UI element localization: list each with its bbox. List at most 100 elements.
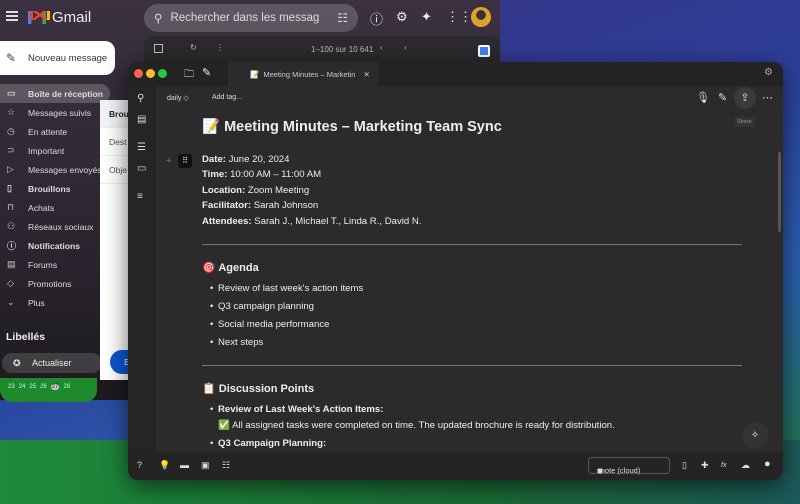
tab-meeting-minutes[interactable]: 📝 Meeting Minutes – Marketin ✕ <box>228 62 378 86</box>
compose-button[interactable]: ✎ Nouveau message <box>0 41 115 75</box>
cloud-off-icon[interactable]: ☁ <box>741 460 750 471</box>
save-icon[interactable]: ✎ <box>718 91 727 104</box>
meta-value: Zoom Meeting <box>245 184 310 196</box>
nav-item[interactable]: ◷ En attente <box>0 122 100 141</box>
social-icon: ⚇ <box>7 221 16 231</box>
nav-item[interactable]: ☆ Messages suivis <box>0 103 100 122</box>
nav-item[interactable]: ⊓ Achats <box>0 198 100 217</box>
search-placeholder: Rechercher dans les messag <box>170 12 320 24</box>
microphone-icon[interactable]: 🎙 <box>696 91 710 104</box>
select-all-checkbox[interactable] <box>154 44 163 53</box>
agenda-item: Next steps <box>210 335 742 351</box>
gmail-logo[interactable]: Gmail <box>28 9 91 26</box>
discussion-list: Review of Last Week's Action Items: ✅ All… <box>202 402 742 451</box>
agenda-list: Review of last week's action items Q3 cam… <box>202 281 742 351</box>
search-icon[interactable]: ⚲ <box>137 93 144 104</box>
account-icon[interactable]: ● <box>764 458 771 470</box>
drag-handle-icon[interactable]: ⠿ <box>178 154 192 168</box>
gemini-icon[interactable]: ✦ <box>421 9 432 25</box>
calendar-day[interactable]: 23 <box>8 384 15 390</box>
nav-item[interactable]: ⚇ Réseaux sociaux <box>0 217 100 236</box>
close-tab-icon[interactable]: ✕ <box>363 70 369 79</box>
calendar-day[interactable]: 24 <box>19 384 26 390</box>
note-editor[interactable]: 📝 Meeting Minutes – Marketing Team Sync … <box>202 114 742 454</box>
maximize-window-button[interactable] <box>158 69 167 78</box>
meta-value: June 20, 2024 <box>226 153 290 165</box>
calendar-day[interactable]: 25 <box>29 384 36 390</box>
search-input[interactable]: ⚲ Rechercher dans les messag ☷ <box>144 4 358 32</box>
meta-value: Sarah J., Michael T., Linda R., David N. <box>251 215 422 227</box>
lightbulb-icon[interactable]: 💡 <box>159 460 170 471</box>
nav-item-label: Messages envoyés <box>28 164 102 175</box>
nav-item[interactable]: ◇ Promotions <box>0 274 100 293</box>
plugins-icon[interactable]: ✚ <box>701 460 709 471</box>
panel-icon[interactable]: ▯ <box>682 460 687 471</box>
nav-item-label: Forums <box>28 259 58 270</box>
ai-wand-button[interactable]: ✧ <box>742 422 768 448</box>
help-icon[interactable]: ⓘ <box>370 9 383 28</box>
more-options-icon[interactable]: ⋯ <box>762 91 773 104</box>
refresh-button[interactable]: ✪ Actualiser <box>2 353 102 373</box>
help-icon[interactable]: ? <box>137 460 142 470</box>
avatar[interactable] <box>471 7 491 27</box>
gear-icon[interactable]: ⚙ <box>396 9 408 25</box>
notes-list-icon[interactable]: ▤ <box>137 114 146 125</box>
share-button[interactable]: ⇪ <box>734 87 756 109</box>
nav-item-label: En attente <box>28 126 68 137</box>
calendar-day[interactable]: 28 <box>63 384 70 390</box>
minimize-window-button[interactable] <box>146 69 155 78</box>
function-icon[interactable]: fx <box>721 462 726 469</box>
sidebar-icon[interactable]: ≡ <box>137 191 143 202</box>
meta-key: Time: <box>202 169 228 181</box>
agenda-heading: 🎯 Agenda <box>202 261 259 274</box>
meta-key: Facilitator: <box>202 200 252 212</box>
keyboard-icon[interactable]: ▬ <box>180 460 189 470</box>
close-window-button[interactable] <box>134 69 143 78</box>
discussion-title: Review of Last Week's Action Items: <box>218 404 384 416</box>
nav-item-label: Notifications <box>28 240 81 251</box>
pagination-text: 1–100 sur 10 641 <box>311 45 374 54</box>
nav-item[interactable]: ⌄ Plus <box>0 293 100 312</box>
meta-line: Time: 10:00 AM – 11:00 AM <box>202 167 742 183</box>
more-icon[interactable]: ⋮ <box>216 43 224 52</box>
draft-icon: ▯ <box>7 183 12 193</box>
new-note-icon[interactable]: ✎ <box>202 66 211 79</box>
meta-value: 10:00 AM – 11:00 AM <box>227 169 322 181</box>
nav-item[interactable]: ⊃ Important <box>0 141 100 160</box>
prev-page-icon[interactable]: ‹ <box>380 43 383 52</box>
left-toolbar: ⚲ ▤ ☰ ▭ ≡ <box>128 86 156 452</box>
nav-item[interactable]: ⓘ Notifications <box>0 236 100 255</box>
folder-selector[interactable]: daily ◇ <box>167 94 189 102</box>
nav-item[interactable]: ▯ Brouillons <box>0 179 100 198</box>
apps-grid-icon[interactable]: ⋮⋮ <box>446 9 472 25</box>
workspace-select[interactable]: ◉ znote (cloud) ▾ <box>588 457 670 475</box>
status-bar: ? 💡 ▬ ▣ ☷ ◉ znote (cloud) ▾ ▯ ✚ fx ☁ ● <box>128 452 783 480</box>
calendar-day[interactable]: 26 <box>40 384 47 390</box>
search-options-icon[interactable]: ☷ <box>337 11 348 25</box>
divider <box>202 364 742 366</box>
meta-line: Attendees: Sarah J., Michael T., Linda R… <box>202 214 742 230</box>
add-block-icon[interactable]: + <box>166 156 172 167</box>
nav-item[interactable]: ▷ Messages envoyés <box>0 160 102 179</box>
folder-icon[interactable]: 🗀 <box>184 67 194 84</box>
outline-icon[interactable]: ☰ <box>137 142 146 153</box>
important-icon: ⊃ <box>7 145 15 155</box>
refresh-icon[interactable]: ↻ <box>190 43 197 52</box>
calendar-day[interactable]: 27 <box>50 384 60 390</box>
title-bar: 🗀 ✎ 📝 Meeting Minutes – Marketin ✕ ⚙ <box>128 62 783 86</box>
main-menu-icon[interactable] <box>6 11 18 21</box>
add-tag-button[interactable]: Add tag... <box>212 94 242 101</box>
calendar-icon[interactable] <box>478 45 490 57</box>
scrollbar[interactable] <box>778 152 781 232</box>
pencil-icon: ✎ <box>6 51 17 65</box>
search-icon: ⚲ <box>154 13 163 25</box>
tab-label: Meeting Minutes – Marketin <box>263 69 356 79</box>
nav-item[interactable]: ▤ Forums <box>0 255 100 274</box>
layout-icon[interactable]: ▭ <box>137 163 146 174</box>
settings-sliders-icon[interactable]: ☷ <box>222 460 230 471</box>
meta-key: Date: <box>202 153 226 165</box>
next-page-icon[interactable]: › <box>404 43 407 52</box>
sync-icon[interactable]: ⚙ <box>764 67 773 78</box>
preview-icon[interactable]: ▣ <box>201 460 210 471</box>
nav-item[interactable]: ▭ Boîte de réception <box>0 84 110 103</box>
